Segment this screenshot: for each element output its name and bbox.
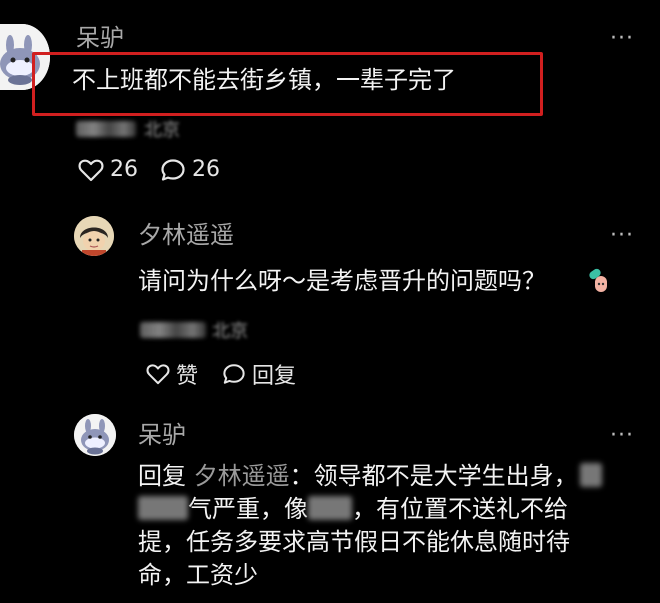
- comment-text: 回复 夕林遥遥：领导都不是大学生出身， 气严重，像 ，有位置不送礼不给 提，任务多…: [138, 460, 608, 592]
- blurred-text: [579, 463, 602, 487]
- donkey-avatar-icon: [74, 414, 116, 456]
- reply-button[interactable]: 回复: [222, 358, 296, 390]
- comment-bubble-icon: [161, 158, 185, 181]
- comment-username[interactable]: 呆驴: [138, 423, 186, 447]
- reply-prefix: 回复: [138, 462, 186, 490]
- comment-line: 回复 夕林遥遥：领导都不是大学生出身，: [138, 460, 608, 493]
- like-button[interactable]: 26: [78, 157, 138, 182]
- location-label: 北京: [144, 120, 180, 141]
- avatar[interactable]: [74, 414, 116, 456]
- heart-icon: [146, 364, 170, 385]
- blurred-text: [308, 496, 352, 520]
- more-options-icon[interactable]: ···: [610, 425, 634, 447]
- comment-text-content: 请问为什么呀～是考虑晋升的问题吗？: [138, 267, 546, 295]
- comment-line: 命，工资少: [138, 561, 258, 589]
- blurred-text: [138, 496, 188, 520]
- comment-text: 不上班都不能去街乡镇，一辈子完了: [72, 66, 456, 94]
- reply-count: 26: [192, 157, 220, 182]
- capsule-emoji-icon: [589, 268, 607, 292]
- comment-meta: 北京: [140, 317, 248, 343]
- like-button[interactable]: 赞: [146, 358, 198, 390]
- comment-line: 气严重，像 ，有位置不送礼不给: [138, 493, 608, 526]
- comment-bubble-icon: [223, 364, 245, 384]
- comment-text: 请问为什么呀～是考虑晋升的问题吗？: [138, 265, 546, 298]
- reply-button[interactable]: 26: [160, 157, 220, 182]
- cartoon-boy-avatar-icon: [74, 216, 114, 256]
- location-label: 北京: [212, 321, 248, 342]
- reply-label: 回复: [252, 364, 297, 389]
- comment-meta: 北京: [76, 116, 180, 142]
- heart-icon: [78, 159, 104, 181]
- like-count: 26: [110, 157, 138, 182]
- reply-to-username[interactable]: 夕林遥遥: [194, 462, 290, 490]
- blurred-date: [140, 322, 206, 338]
- comment-username[interactable]: 呆驴: [76, 26, 124, 50]
- like-label: 赞: [176, 364, 199, 389]
- comment-line-text: ，有位置不送礼不给: [352, 495, 568, 523]
- sticker-icon: [586, 266, 612, 296]
- more-options-icon[interactable]: ···: [610, 28, 634, 50]
- avatar[interactable]: [74, 216, 114, 256]
- comment-username[interactable]: 夕林遥遥: [138, 223, 234, 247]
- comment-line: 提，任务多要求高节假日不能休息随时待: [138, 528, 570, 556]
- more-options-icon[interactable]: ···: [610, 225, 634, 247]
- comment-line-text: ：领导都不是大学生出身，: [289, 462, 578, 490]
- comment-line-text: 气严重，像: [188, 495, 308, 523]
- blurred-date: [76, 121, 136, 137]
